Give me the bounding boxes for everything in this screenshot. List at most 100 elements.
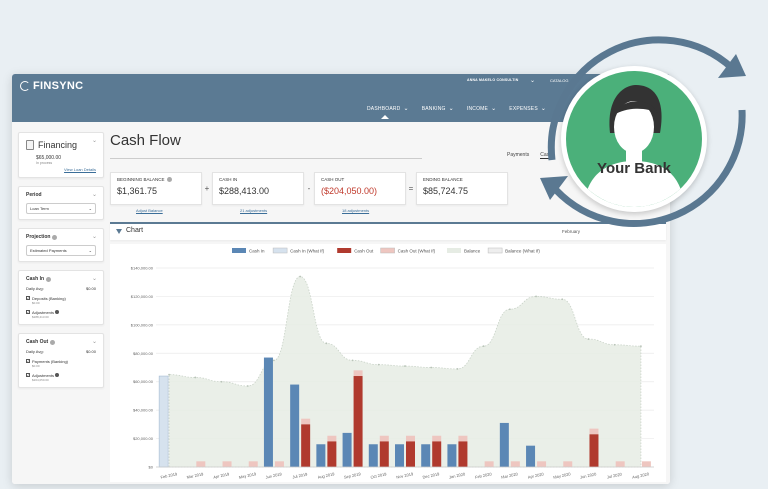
chevron-down-icon: ⌄	[403, 106, 409, 112]
adjustments-in-label: Adjustments $288,413.00	[32, 310, 60, 319]
cash-in-balance-card: CASH IN $288,413.00	[212, 172, 304, 205]
x-tick-label: Aug 2020	[632, 471, 651, 480]
cash-in-balance-value: $288,413.00	[219, 186, 270, 196]
bar-cash-out	[379, 441, 389, 467]
balance-point	[220, 380, 223, 383]
cash-in-title-text: Cash In	[26, 276, 45, 282]
chevron-down-icon[interactable]: ⌄	[92, 275, 97, 282]
cash-in-card: ⌄ Cash In Daily Avg: $0.00 ✓ Deposits (B…	[18, 270, 104, 325]
balance-point	[561, 298, 564, 301]
checkbox[interactable]: ✓	[26, 373, 30, 377]
chevron-down-icon: ⌄	[88, 248, 92, 253]
legend-swatch	[337, 248, 352, 253]
balance-point	[351, 359, 354, 362]
bar-cash-in	[447, 444, 457, 467]
document-icon	[26, 140, 34, 150]
checkbox[interactable]: ✓	[26, 296, 30, 300]
legend-label: Cash Out (What If)	[398, 249, 436, 254]
checkbox[interactable]: ✓	[26, 310, 30, 314]
bar-cash-in	[290, 384, 300, 467]
balance-area	[168, 276, 642, 468]
adjust-balance-link[interactable]: Adjust Balance	[136, 208, 163, 213]
x-tick-label: Jul 2020	[606, 471, 623, 479]
cash-in-balance-label: CASH IN	[219, 177, 238, 182]
logo[interactable]: FINSYNC	[20, 80, 83, 92]
period-select[interactable]: Loan Term ⌄	[26, 203, 96, 214]
x-tick-label: Feb 2020	[475, 471, 493, 480]
bar-cash-out	[327, 441, 337, 467]
payments-value: $0.00	[32, 364, 40, 368]
period-title: Period	[26, 192, 42, 198]
nav-banking[interactable]: BANKING ⌄	[422, 105, 454, 113]
cash-out-adjustments-link[interactable]: 18 adjustments	[342, 208, 369, 213]
deposits-label: Deposits (Banking) $0.00	[32, 296, 66, 305]
projection-select-value: Estimated Payments	[30, 248, 67, 253]
financing-title: Financing	[26, 140, 96, 150]
nav-income-label: INCOME	[466, 105, 489, 112]
bar-cash-out-what-if	[222, 461, 232, 467]
bar-cash-out-what-if	[537, 461, 547, 467]
cash-out-card: ⌄ Cash Out Daily Avg: $0.00 ✓ Payments (…	[18, 333, 104, 388]
bank-avatar	[561, 66, 707, 212]
projection-card: ⌄ Projection Estimated Payments ⌄	[18, 228, 104, 262]
chevron-down-icon: ⌄	[448, 106, 454, 112]
logo-icon	[20, 81, 30, 91]
balance-row: BEGINNING BALANCE $1,361.75 + CASH IN $2…	[110, 172, 508, 205]
add-icon[interactable]	[55, 310, 60, 314]
legend-swatch	[447, 248, 461, 253]
financing-card: ⌄ Financing $65,000.00 In process View L…	[18, 132, 104, 178]
bar-cash-out	[353, 376, 363, 467]
beginning-balance-label-text: BEGINNING BALANCE	[117, 177, 165, 182]
x-tick-label: Apr 2019	[213, 471, 231, 479]
cash-in-title: Cash In	[26, 276, 96, 282]
nav-dashboard[interactable]: DASHBOARD ⌄	[367, 105, 409, 119]
bar-cash-in	[342, 432, 352, 467]
deposits-checkbox[interactable]: ✓ Deposits (Banking) $0.00	[26, 296, 96, 305]
bar-cash-out	[432, 441, 442, 467]
chevron-down-icon: ⌄	[88, 206, 92, 211]
financing-status: In process	[36, 161, 53, 165]
projection-select[interactable]: Estimated Payments ⌄	[26, 245, 96, 256]
legend-label: Cash In	[249, 249, 265, 254]
chevron-down-icon[interactable]: ⌄	[92, 338, 97, 345]
cash-in-adjustments-link[interactable]: 21 adjustments	[240, 208, 267, 213]
daily-avg-label: Daily Avg:	[26, 349, 44, 354]
beginning-balance-value: $1,361.75	[117, 186, 158, 196]
adjustments-in-checkbox[interactable]: ✓ Adjustments $288,413.00	[26, 310, 96, 319]
collapse-icon[interactable]	[116, 229, 122, 234]
chevron-down-icon[interactable]: ⌄	[92, 137, 97, 144]
checkbox[interactable]: ✓	[26, 359, 30, 363]
add-icon[interactable]	[55, 373, 60, 377]
adjustments-out-checkbox[interactable]: ✓ Adjustments $204,050.00	[26, 373, 96, 382]
ending-balance-label: ENDING BALANCE	[423, 177, 463, 182]
bar-cash-out-what-if	[563, 461, 573, 467]
view-loan-details-link[interactable]: View Loan Details	[26, 167, 96, 172]
bar-cash-out-what-if	[641, 461, 651, 467]
bank-label: Your Bank	[597, 160, 671, 177]
legend-label: Balance	[464, 249, 481, 254]
legend-swatch	[272, 247, 288, 254]
balance-point	[587, 338, 590, 340]
info-icon[interactable]	[52, 234, 58, 240]
logo-text: FINSYNC	[33, 80, 84, 92]
cash-out-balance-value: ($204,050.00)	[321, 186, 378, 196]
deposits-value: $0.00	[32, 301, 40, 305]
y-tick-label: $20,000.00	[133, 436, 154, 441]
x-tick-label: Oct 2019	[370, 471, 388, 479]
nav-income[interactable]: INCOME ⌄	[466, 105, 496, 113]
info-icon[interactable]	[46, 276, 52, 282]
payments-checkbox[interactable]: ✓ Payments (Banking) $0.00	[26, 359, 96, 368]
y-tick-label: $80,000.00	[133, 351, 154, 356]
person-icon	[584, 85, 684, 207]
bar-cash-in-what-if	[158, 375, 169, 468]
chevron-down-icon[interactable]: ⌄	[92, 233, 97, 240]
bar-cash-out-what-if	[432, 435, 442, 442]
bar-cash-out	[301, 424, 311, 467]
y-tick-label: $120,000.00	[131, 294, 154, 299]
info-icon[interactable]	[50, 339, 56, 345]
cash-out-title: Cash Out	[26, 339, 96, 345]
balance-point	[535, 295, 537, 298]
adjustments-in-value: $288,413.00	[32, 315, 49, 319]
chevron-down-icon[interactable]: ⌄	[92, 191, 97, 198]
info-icon[interactable]	[166, 177, 172, 182]
